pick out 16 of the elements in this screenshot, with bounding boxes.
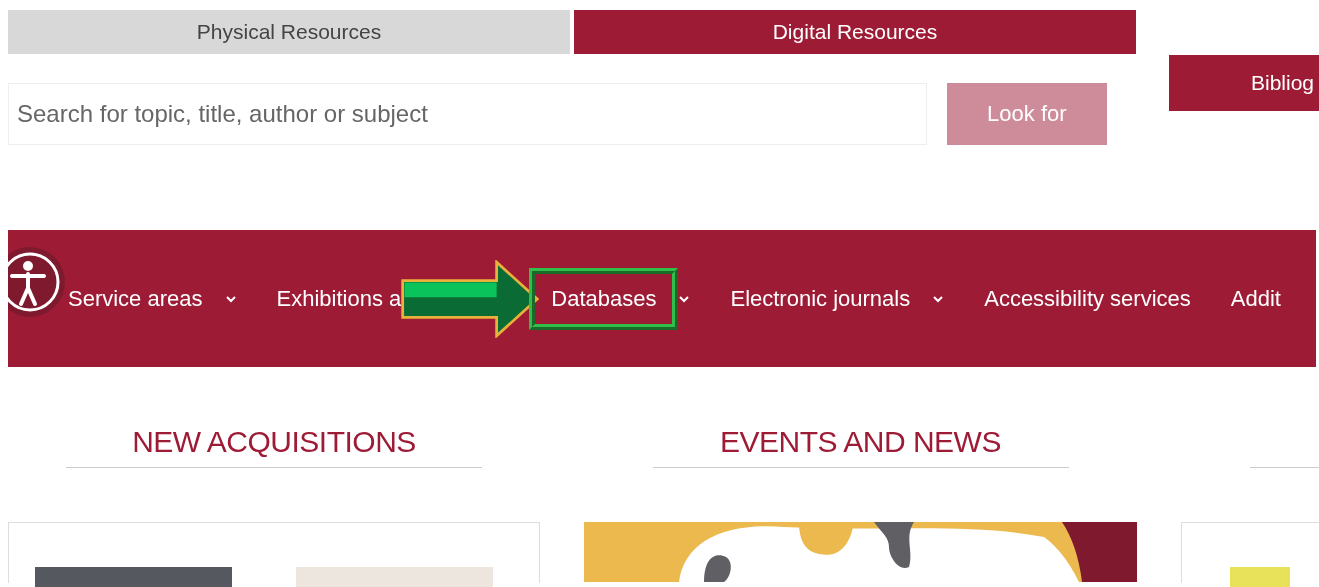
section-heading: EVENTS AND NEWS: [720, 424, 1001, 460]
bibliography-button[interactable]: Bibliog: [1169, 55, 1319, 111]
chevron-down-icon: [678, 294, 691, 303]
section-heading: NEW ACQUISITIONS: [132, 424, 416, 460]
nav-link[interactable]: Electronic journals: [730, 285, 911, 312]
chevron-down-icon: [932, 294, 945, 303]
nav-link[interactable]: Accessibility services: [984, 285, 1191, 312]
nav-link[interactable]: Databases: [529, 267, 679, 330]
resource-tab[interactable]: Physical Resources: [8, 10, 570, 54]
resource-tab[interactable]: Digital Resources: [574, 10, 1136, 54]
nav-link[interactable]: Exhibitions a: [276, 285, 402, 312]
search-field[interactable]: Search for topic, title, author or subject: [8, 83, 927, 145]
photo-placeholder: [1230, 567, 1290, 587]
nav-link[interactable]: Service areas: [68, 285, 203, 312]
chevron-down-icon: [224, 294, 237, 303]
nav-link[interactable]: Addit: [1230, 285, 1281, 312]
